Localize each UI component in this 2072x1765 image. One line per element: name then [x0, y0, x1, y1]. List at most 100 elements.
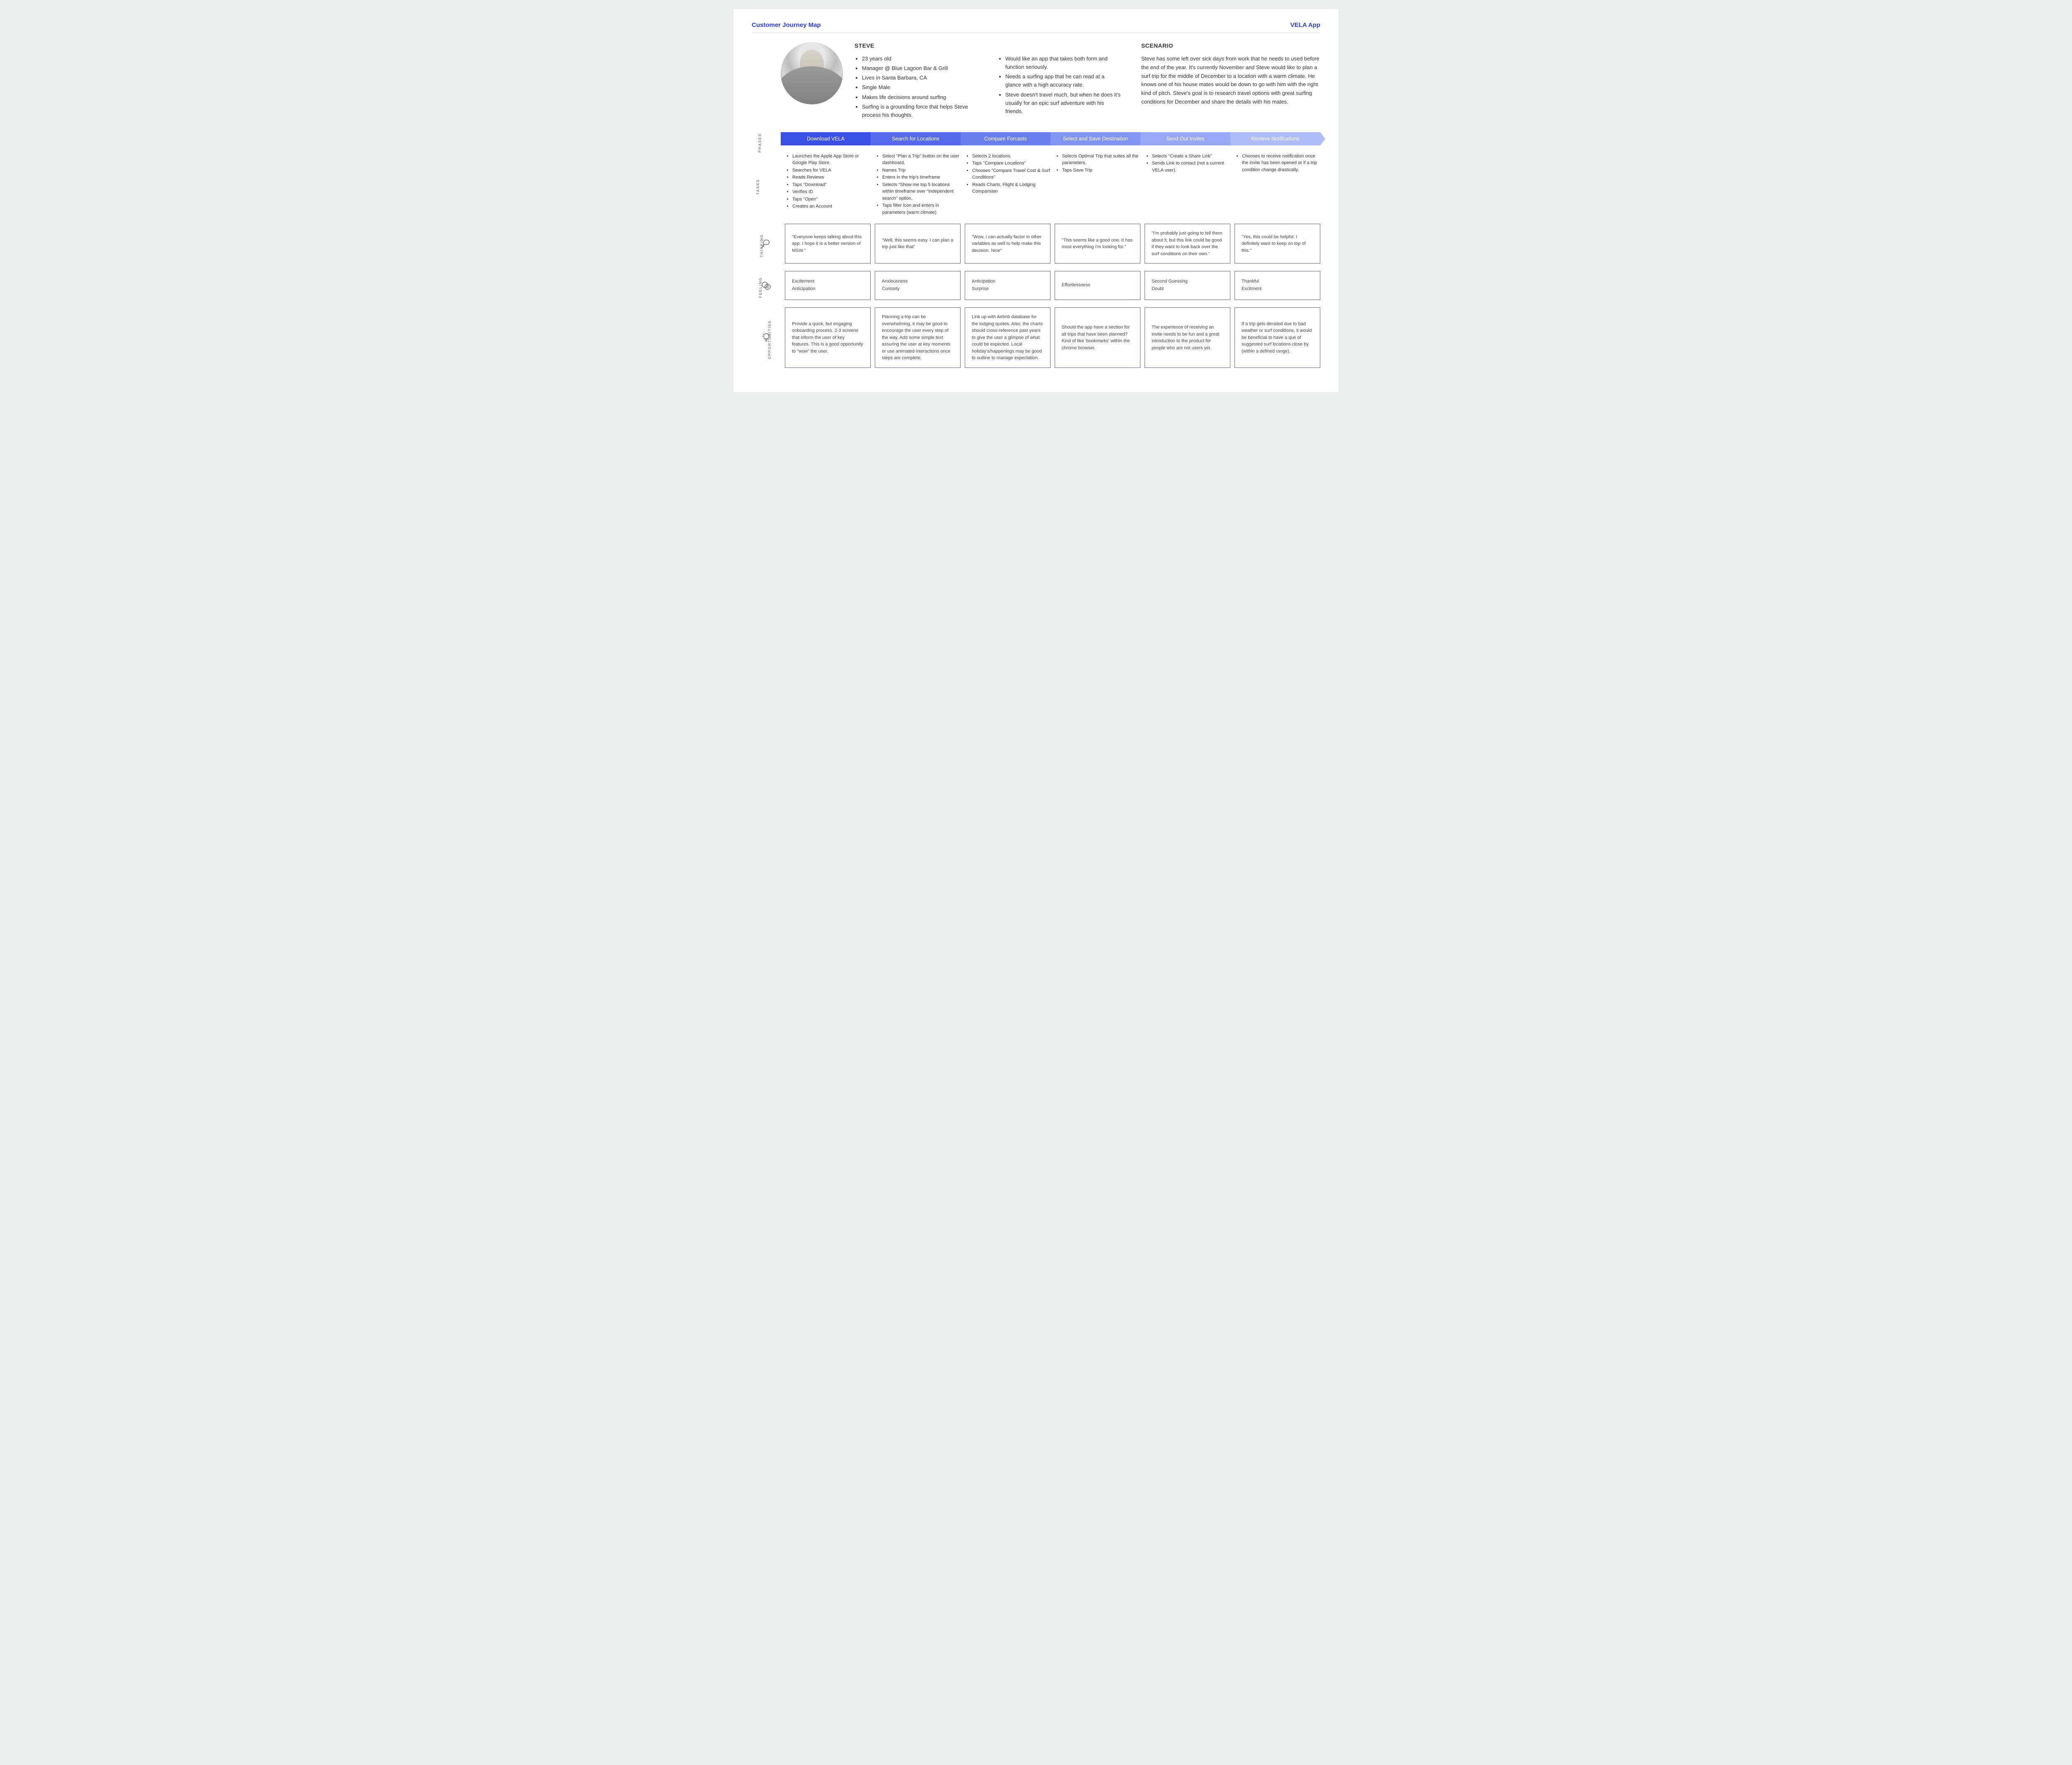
thinking-row-header: THINKING [752, 224, 781, 264]
opportunity-box: If a trip gets derailed due to bad weath… [1234, 307, 1320, 368]
task-item: Taps "Download" [792, 181, 871, 189]
feeling-item: Anxiousness [882, 278, 954, 285]
feeling-box: ThankfulExcitment [1234, 271, 1320, 300]
phase-label: Download VELA [807, 136, 845, 142]
feeling-box: AnxiousnessCuriosity [875, 271, 961, 300]
feeling-row: FEELING ExcitementAnticipationAnxiousnes… [752, 271, 1320, 300]
page-title: Customer Journey Map [752, 22, 821, 29]
opportunity-box: Should the app have a section for all tr… [1055, 307, 1140, 368]
tasks-cell: Launches the Apple App Store or Google P… [785, 153, 871, 217]
feeling-item: Excitment [1242, 285, 1313, 293]
task-item: Searches for VELA [792, 167, 871, 174]
task-item: Launches the Apple App Store or Google P… [792, 153, 871, 167]
scenario-heading: SCENARIO [1141, 42, 1320, 49]
opportunity-box: The experience of receiving an invite ne… [1145, 307, 1230, 368]
task-item: Reads Charts, Flight & Lodging Comparisi… [972, 181, 1051, 195]
opportunities-label: OPPORTUNITIES [767, 320, 772, 359]
thinking-box: "This seems like a good one. It has most… [1055, 224, 1140, 264]
thinking-box: "Wow, I can actually factor in other var… [965, 224, 1051, 264]
feeling-item: Second Guessing [1152, 278, 1223, 285]
tasks-cell: Select "Plan a Trip" button on the user … [875, 153, 961, 217]
persona-avatar [781, 42, 843, 104]
tasks-cell: Chooses to receive notification once the… [1234, 153, 1320, 217]
opportunities-row-header: OPPORTUNITIES [752, 307, 781, 368]
phases-row-header: PHASES [752, 132, 781, 150]
feeling-item: Anticipation [972, 278, 1043, 285]
feeling-item: Doubt [1152, 285, 1223, 293]
scenario-body: Steve has some left over sick days from … [1141, 55, 1320, 106]
thinking-box: "Well, this seems easy. I can plan a tri… [875, 224, 961, 264]
feeling-row-header: FEELING [752, 271, 781, 300]
journey-map-page: Customer Journey Map VELA App STEVE 23 y… [733, 9, 1339, 392]
persona-bullet: 23 years old [862, 55, 978, 63]
feeling-item: Excitement [792, 278, 864, 285]
persona-bullets-b: Would like an app that takes both form a… [998, 55, 1121, 116]
task-item: Chooses "Compare Travel Cost & Surf Cond… [972, 167, 1051, 181]
phase-bar: Download VELA Search for Locations Compare… [781, 132, 1320, 145]
persona-bullet: Single Male [862, 83, 978, 92]
phase-label: Search for Locations [892, 136, 939, 142]
tasks-row: TASKS Launches the Apple App Store or Go… [752, 153, 1320, 217]
opportunity-box: Link up with Airbnb database for the lod… [965, 307, 1051, 368]
task-item: Chooses to receive notification once the… [1242, 153, 1320, 174]
feeling-box: ExcitementAnticipation [785, 271, 871, 300]
phase-chevron: Search for Locations [871, 132, 961, 145]
persona-bullet: Needs a surfing app that he can read at … [1005, 73, 1121, 89]
thinking-row: THINKING "Everyone keeps talking about t… [752, 224, 1320, 264]
persona-bullet: Lives in Santa Barbara, CA [862, 74, 978, 82]
feeling-item: Thankful [1242, 278, 1313, 285]
persona-col-b: Would like an app that takes both form a… [998, 42, 1121, 121]
phases-label: PHASES [758, 133, 762, 153]
tasks-cell: Selects 2 locations.Taps "Compare Locati… [965, 153, 1051, 217]
task-item: Verifies ID [792, 189, 871, 196]
task-item: Names Trip [882, 167, 961, 174]
feeling-item: Anticipation [792, 285, 864, 293]
task-item: Select "Plan a Trip" button on the user … [882, 153, 961, 167]
app-title: VELA App [1290, 22, 1320, 29]
task-item: Sends Link to contact (not a current VEL… [1152, 160, 1230, 174]
persona-bullet: Steve doesn't travel much, but when he d… [1005, 91, 1121, 116]
task-item: Reads Reviews [792, 174, 871, 181]
persona-columns: STEVE 23 years oldManager @ Blue Lagoon … [854, 42, 1320, 121]
feeling-item: Effortlessness [1062, 282, 1133, 289]
header-row: Customer Journey Map VELA App [752, 22, 1320, 33]
task-item: Selects "Show me top 5 locations within … [882, 181, 961, 202]
persona-col-a: STEVE 23 years oldManager @ Blue Lagoon … [854, 42, 978, 121]
phase-chevron: Recieve Notifications [1230, 132, 1320, 145]
persona-bullet: Would like an app that takes both form a… [1005, 55, 1121, 71]
opportunity-box: Planning a trip can be overwhelming, it … [875, 307, 961, 368]
feeling-box: AnticipationSurprise [965, 271, 1051, 300]
tasks-cell: Selects Optimal Trip that suites all the… [1055, 153, 1140, 217]
phases-row: PHASES Download VELA Search for Locations… [752, 132, 1320, 150]
task-item: Taps "Compare Locations" [972, 160, 1051, 167]
task-item: Taps Save Trip [1062, 167, 1140, 174]
tasks-row-header: TASKS [752, 153, 781, 217]
feeling-box: Effortlessness [1055, 271, 1140, 300]
task-item: Creates an Account [792, 203, 871, 210]
task-item: Enters in the trip's timeframe [882, 174, 961, 181]
phase-label: Recieve Notifications [1251, 136, 1300, 142]
opportunities-row: OPPORTUNITIES Provide a quick, but engag… [752, 307, 1320, 368]
phase-chevron: Download VELA [781, 132, 871, 145]
persona-bullet: Makes life decisions around surfing [862, 93, 978, 102]
phase-label: Send Out Invites [1166, 136, 1204, 142]
feeling-box: Second GuessingDoubt [1145, 271, 1230, 300]
persona-bullet: Manager @ Blue Lagoon Bar & Grill [862, 64, 978, 73]
feeling-item: Curiosity [882, 285, 954, 293]
persona-bullet: Surfing is a grounding force that helps … [862, 103, 978, 119]
thinking-box: "I'm probably just going to tell them ab… [1145, 224, 1230, 264]
tasks-label: TASKS [756, 179, 760, 195]
phase-chevron: Select and Save Destination [1051, 132, 1140, 145]
persona-bullets-a: 23 years oldManager @ Blue Lagoon Bar & … [854, 55, 978, 119]
opportunity-box: Provide a quick, but engaging onboarding… [785, 307, 871, 368]
phase-chevron: Compare Forcasts [961, 132, 1051, 145]
persona-scenario: SCENARIO Steve has some left over sick d… [1141, 42, 1320, 121]
persona-name: STEVE [854, 42, 978, 49]
persona-block: STEVE 23 years oldManager @ Blue Lagoon … [781, 42, 1320, 121]
phase-chevron: Send Out Invites [1140, 132, 1230, 145]
feeling-label: FEELING [758, 277, 762, 298]
thinking-label: THINKING [760, 234, 764, 257]
task-item: Taps "Open" [792, 196, 871, 203]
task-item: Selects "Create a Share Link" [1152, 153, 1230, 160]
phase-label: Select and Save Destination [1063, 136, 1128, 142]
